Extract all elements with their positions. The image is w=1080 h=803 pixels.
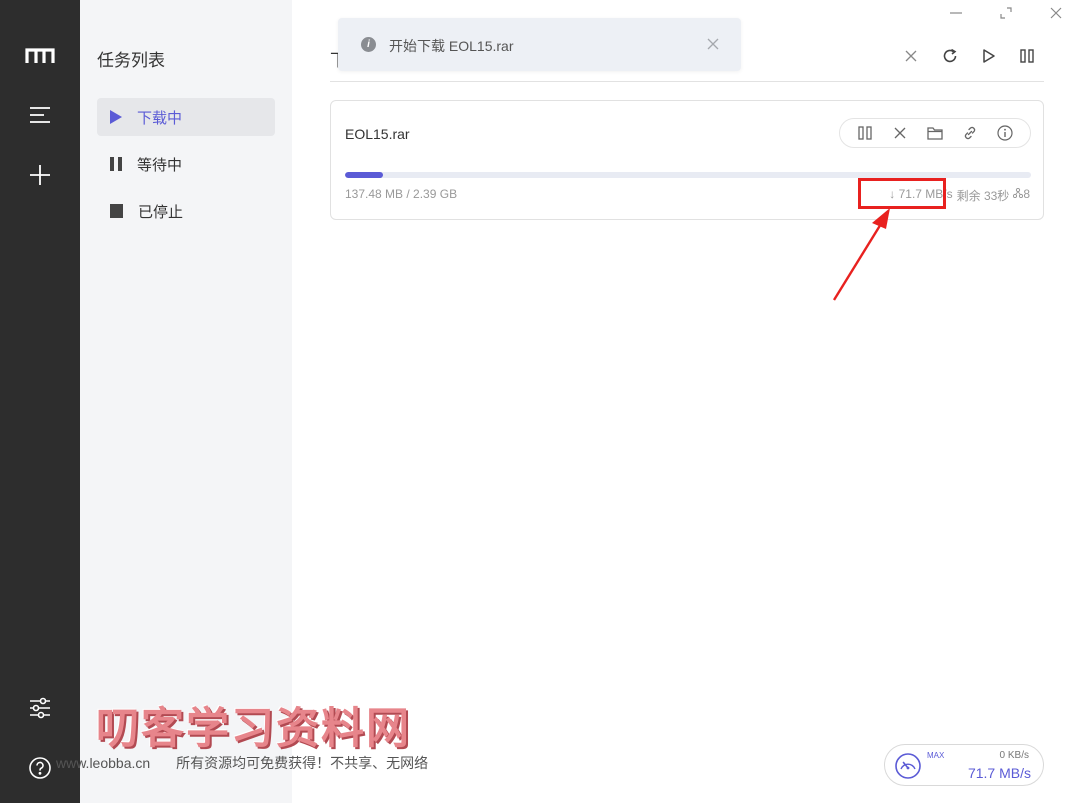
- watermark-url: www.leobba.cn: [56, 755, 151, 771]
- play-outline-icon: [983, 49, 995, 63]
- download-progress-fill: [345, 172, 384, 178]
- task-info-button[interactable]: [995, 123, 1015, 143]
- pause-icon: [110, 157, 122, 171]
- close-icon: [894, 127, 906, 139]
- pause-outline-icon: [858, 126, 873, 140]
- watermark-title: 叨客学习资料网: [96, 704, 411, 754]
- minimize-icon: [950, 12, 962, 14]
- sidebar-item-label: 等待中: [137, 156, 183, 174]
- info-icon: [996, 125, 1013, 141]
- delete-all-button[interactable]: [899, 44, 923, 68]
- info-icon: i: [361, 37, 376, 52]
- task-size: 137.48 MB / 2.39 GB: [345, 187, 458, 201]
- upload-speed: 0 KB/s: [999, 750, 1029, 761]
- connections-count: 8: [1023, 187, 1030, 201]
- toast-close-button[interactable]: [707, 35, 723, 53]
- stop-icon: [110, 204, 123, 218]
- speed-max-label: MAX: [927, 751, 945, 760]
- speed-widget[interactable]: MAX 0 KB/s 71.7 MB/s: [884, 744, 1044, 786]
- close-window-button[interactable]: [1036, 0, 1076, 26]
- connections: 8: [1013, 187, 1030, 204]
- app-rail: [0, 0, 80, 803]
- close-icon: [1050, 7, 1062, 19]
- refresh-button[interactable]: [938, 44, 962, 68]
- preferences-sliders-icon[interactable]: [20, 688, 60, 728]
- refresh-icon: [943, 48, 957, 63]
- task-actions: [839, 118, 1031, 148]
- link-icon: [964, 126, 975, 140]
- copy-link-button[interactable]: [960, 123, 980, 143]
- sidebar-item-stopped[interactable]: 已停止: [97, 192, 275, 230]
- task-list-menu-icon[interactable]: [20, 95, 60, 135]
- maximize-window-button[interactable]: [986, 0, 1026, 26]
- global-download-speed: 71.7 MB/s: [967, 765, 1031, 781]
- sidebar-item-waiting[interactable]: 等待中: [97, 145, 275, 183]
- remaining-time: 剩余 33秒: [956, 189, 1010, 203]
- watermark-tagline: 所有资源均可免费获得！不共享、无网络: [176, 755, 429, 771]
- maximize-icon: [1000, 7, 1012, 19]
- task-file-name: EOL15.rar: [345, 126, 410, 142]
- sidebar-title: 任务列表: [97, 51, 165, 70]
- resume-all-button[interactable]: [977, 44, 1001, 68]
- header-divider: [330, 81, 1044, 82]
- download-started-toast: i 开始下载 EOL15.rar: [338, 18, 741, 71]
- help-icon[interactable]: [20, 748, 60, 788]
- watermark-footer: www.leobba.cn 所有资源均可免费获得！不共享、无网络: [56, 753, 428, 773]
- minimize-window-button[interactable]: [936, 0, 976, 26]
- task-sidebar: 任务列表 下载中 等待中 已停止: [80, 0, 292, 803]
- sidebar-item-label: 已停止: [138, 203, 184, 221]
- toast-message: 开始下载 EOL15.rar: [389, 38, 514, 54]
- delete-task-button[interactable]: [890, 123, 910, 143]
- close-icon: [707, 38, 719, 50]
- folder-icon: [927, 127, 943, 140]
- speedometer-icon: [895, 753, 921, 779]
- play-icon: [110, 110, 122, 124]
- add-task-icon[interactable]: [20, 155, 60, 195]
- annotation-arrow-icon: [832, 208, 890, 301]
- connections-icon: [1013, 187, 1024, 199]
- open-folder-button[interactable]: [925, 123, 945, 143]
- sidebar-item-downloading[interactable]: 下载中: [97, 98, 275, 136]
- pause-task-button[interactable]: [855, 123, 875, 143]
- sidebar-item-label: 下载中: [137, 109, 183, 127]
- pause-all-button[interactable]: [1015, 44, 1039, 68]
- app-logo-icon[interactable]: [20, 36, 60, 76]
- close-icon: [905, 50, 917, 62]
- pause-outline-icon: [1020, 49, 1034, 63]
